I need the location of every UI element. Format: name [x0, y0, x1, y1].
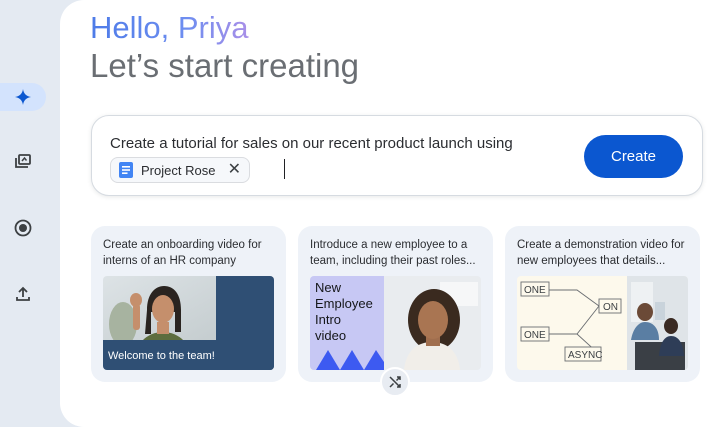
thumbnail-title-line: Employee [315, 296, 373, 311]
card-description: Create an onboarding video for interns o… [103, 239, 262, 267]
shuffle-icon [389, 376, 401, 388]
card-description: Introduce a new employee to a team, incl… [310, 239, 476, 267]
page-subtitle: Let’s start creating [90, 47, 360, 84]
text-cursor [284, 159, 285, 179]
prompt-input[interactable]: Create a tutorial for sales on our recen… [91, 115, 703, 196]
file-chip[interactable]: Project Rose ✕ [110, 157, 250, 183]
card-thumbnail: ONE ON ONE ASYNC [517, 276, 688, 370]
rail-record-button[interactable] [0, 214, 46, 242]
diagram-label: ONE [524, 285, 546, 296]
card-thumbnail: New Employee Intro video [310, 276, 481, 370]
employee-intro-thumbnail: New Employee Intro video [310, 276, 481, 370]
sparkle-icon [15, 89, 31, 105]
onboarding-video-thumbnail: Welcome to the team! [103, 276, 274, 370]
video-library-icon [15, 154, 31, 168]
prompt-text[interactable]: Create a tutorial for sales on our recen… [110, 135, 513, 152]
rail-upload-button[interactable] [0, 280, 46, 308]
diagram-label: ASYNC [568, 350, 602, 361]
thumbnail-title-line: video [315, 328, 346, 343]
upload-icon [16, 286, 30, 301]
greeting-heading: Hello, Priya [90, 10, 249, 45]
create-button[interactable]: Create [584, 135, 683, 178]
suggestion-card-demonstration[interactable]: Create a demonstration video for new emp… [505, 226, 700, 382]
navigation-rail [0, 0, 60, 427]
card-thumbnail: Welcome to the team! [103, 276, 274, 370]
suggestion-card-onboarding[interactable]: Create an onboarding video for interns o… [91, 226, 286, 382]
thumbnail-title-line: Intro [315, 312, 341, 327]
file-chip-label: Project Rose [141, 162, 216, 178]
thumbnail-title-line: New [315, 280, 342, 295]
diagram-label: ON [603, 302, 618, 313]
thumbnail-caption: Welcome to the team! [108, 350, 215, 362]
suggestion-card-new-employee[interactable]: Introduce a new employee to a team, incl… [298, 226, 493, 397]
shuffle-button[interactable] [380, 367, 410, 397]
rail-library-button[interactable] [0, 147, 46, 175]
demonstration-thumbnail: ONE ON ONE ASYNC [517, 276, 688, 370]
card-description: Create a demonstration video for new emp… [517, 239, 685, 267]
document-icon [119, 162, 133, 178]
main-panel: Hello, Priya Let’s start creating Create… [60, 0, 728, 427]
close-icon[interactable]: ✕ [228, 162, 241, 178]
rail-create-button[interactable] [0, 83, 46, 111]
record-icon [14, 219, 32, 237]
diagram-label: ONE [524, 330, 546, 341]
